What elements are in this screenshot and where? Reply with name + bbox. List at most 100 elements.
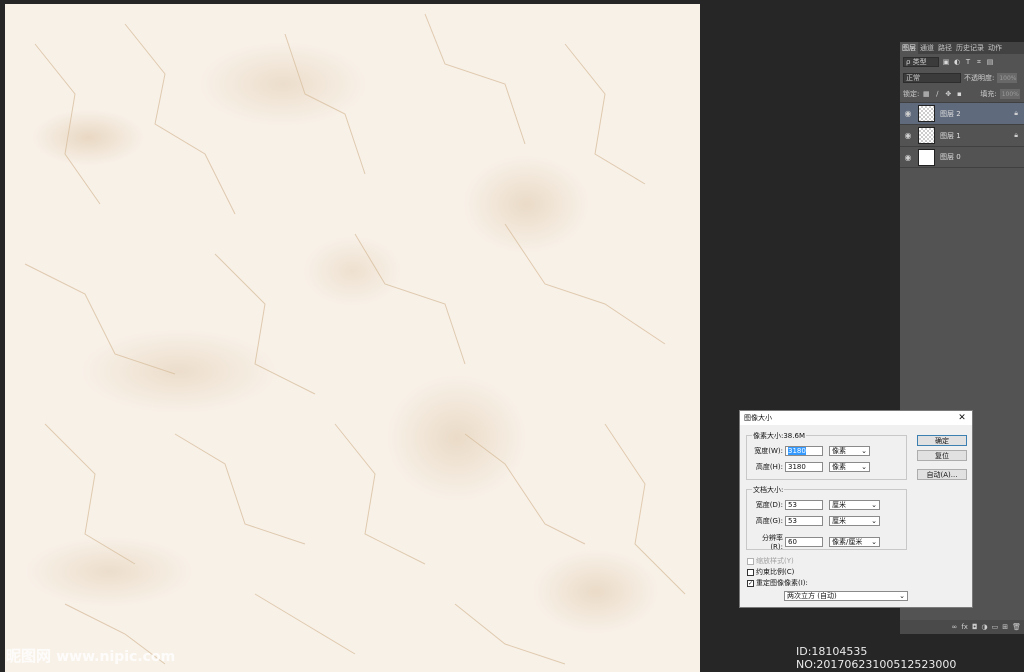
chevron-down-icon: ⌄ (871, 538, 877, 546)
pixel-height-input[interactable]: 3180 (785, 462, 823, 472)
layer-thumbnail (918, 127, 935, 144)
scale-styles-checkbox[interactable]: 缩放样式(Y) (747, 556, 794, 566)
layer-row[interactable]: ◉ 图层 1 🔒︎ (900, 124, 1024, 146)
eye-icon[interactable]: ◉ (900, 109, 916, 118)
blend-mode-select[interactable]: 正常 (903, 73, 961, 83)
pixel-width-input[interactable]: 3180 (785, 446, 823, 456)
fill-label: 填充: (980, 90, 997, 98)
pixel-width-label: 宽度(W): (754, 447, 783, 455)
watermark-url: www.nipic.com (56, 649, 176, 665)
panel-tabs: 图层 通道 路径 历史记录 动作 (900, 42, 1024, 54)
constrain-label: 约束比例(C) (756, 568, 795, 576)
check-icon: ✓ (747, 579, 754, 587)
smart-filter-icon[interactable]: ▤ (986, 58, 994, 66)
chevron-down-icon: ⌄ (861, 463, 867, 471)
resample-checkbox[interactable]: ✓ 重定图像像素(I): (747, 578, 808, 588)
opacity-input[interactable]: 100% (997, 73, 1018, 83)
filter-row: ρ 类型 ▣ ◐ T ⌗ ▤ (900, 54, 1024, 70)
resolution-label: 分辨率(R): (762, 534, 783, 551)
tab-layers[interactable]: 图层 (900, 42, 918, 54)
layer-thumbnail (918, 105, 935, 122)
doc-width-unit-select[interactable]: 厘米 ⌄ (829, 500, 880, 510)
reset-button[interactable]: 复位 (917, 450, 967, 461)
lock-row: 锁定: ▦ ∕ ✥ ▪ 填充: 100% (900, 86, 1024, 102)
layer-name: 图层 2 (940, 109, 961, 118)
tab-actions[interactable]: 动作 (986, 42, 1004, 54)
tab-paths[interactable]: 路径 (936, 42, 954, 54)
resolution-row: 分辨率(R): 60 像素/厘米 ⌄ (751, 533, 880, 551)
filter-select[interactable]: ρ 类型 (903, 57, 939, 67)
watermark-id: ID:18104535 NO:20170623100512523000 (796, 645, 957, 671)
pixel-height-label: 高度(H): (755, 463, 783, 471)
brush-lock-icon[interactable]: ∕ (933, 90, 941, 98)
layer-name: 图层 0 (940, 153, 961, 161)
lock-label: 锁定: (903, 90, 920, 98)
watermark-logo: 昵图网 www.nipic.com (6, 645, 175, 666)
image-size-dialog: 图像大小 ✕ 像素大小:38.6M 宽度(W): 3180 像素 ⌄ 高度(H):… (739, 410, 973, 608)
fx-icon[interactable]: fx (961, 623, 968, 631)
lock-icon: 🔒︎ (1014, 131, 1018, 139)
doc-height-input[interactable]: 53 (785, 516, 823, 526)
chevron-down-icon: ⌄ (871, 501, 877, 509)
dialog-titlebar: 图像大小 ✕ (740, 411, 972, 425)
pixel-width-row: 宽度(W): 3180 像素 ⌄ (751, 446, 870, 456)
resolution-input[interactable]: 60 (785, 537, 823, 547)
type-filter-icon[interactable]: T (964, 58, 972, 66)
lock-icon: 🔒︎ (1014, 109, 1018, 117)
blend-row: 正常 不透明度: 100% (900, 70, 1024, 86)
scale-styles-label: 缩放样式(Y) (756, 557, 794, 565)
layer-thumbnail (918, 148, 935, 166)
trash-icon[interactable]: 🗑︎ (1012, 623, 1021, 631)
layer-row[interactable]: ◉ 图层 0 (900, 146, 1024, 168)
chevron-down-icon: ⌄ (899, 592, 905, 600)
opacity-label: 不透明度: (964, 74, 995, 82)
eye-icon[interactable]: ◉ (900, 153, 916, 162)
doc-height-unit-select[interactable]: 厘米 ⌄ (829, 516, 880, 526)
mask-icon[interactable]: ◘ (972, 623, 978, 631)
image-filter-icon[interactable]: ▣ (942, 58, 950, 66)
fill-input[interactable]: 100% (999, 89, 1020, 99)
layer-row[interactable]: ◉ 图层 2 🔒︎ (900, 102, 1024, 124)
checkbox-box (747, 557, 754, 565)
adjustment-icon[interactable]: ◑ (982, 623, 988, 631)
eye-icon[interactable]: ◉ (900, 131, 916, 140)
constrain-proportions-checkbox[interactable]: 约束比例(C) (747, 567, 794, 577)
layer-name: 图层 1 (940, 131, 961, 140)
chevron-down-icon: ⌄ (871, 517, 877, 525)
checkbox-box (747, 568, 754, 576)
link-icon[interactable]: ∞ (952, 623, 958, 631)
doc-group-label: 文档大小: (752, 485, 785, 495)
resample-label: 重定图像像素(I): (756, 579, 808, 587)
chevron-down-icon: ⌄ (861, 447, 867, 455)
document-size-group: 文档大小: 宽度(D): 53 厘米 ⌄ 高度(G): 53 厘米 ⌄ 分辨率(R)… (746, 485, 907, 551)
shape-filter-icon[interactable]: ⌗ (975, 58, 983, 66)
new-layer-icon[interactable]: ⊞ (1002, 623, 1008, 631)
ok-button[interactable]: 确定 (917, 435, 967, 446)
doc-width-input[interactable]: 53 (785, 500, 823, 510)
pixel-dimensions-group: 像素大小:38.6M 宽度(W): 3180 像素 ⌄ 高度(H): 3180 像… (746, 431, 907, 480)
pixel-group-label: 像素大小:38.6M (752, 431, 806, 441)
close-icon[interactable]: ✕ (956, 413, 968, 423)
doc-height-label: 高度(G): (755, 517, 783, 525)
resolution-unit-select[interactable]: 像素/厘米 ⌄ (829, 537, 880, 547)
dialog-title: 图像大小 (744, 414, 772, 422)
crack-texture (24, 13, 686, 665)
group-icon[interactable]: ▭ (992, 623, 999, 631)
pixel-height-unit-select[interactable]: 像素 ⌄ (829, 462, 870, 472)
doc-height-row: 高度(G): 53 厘米 ⌄ (751, 516, 880, 526)
watermark-brand: 昵图网 (6, 647, 52, 665)
pixel-height-row: 高度(H): 3180 像素 ⌄ (751, 462, 870, 472)
tab-history[interactable]: 历史记录 (954, 42, 986, 54)
doc-width-row: 宽度(D): 53 厘米 ⌄ (751, 500, 880, 510)
document-canvas[interactable] (5, 4, 700, 672)
move-lock-icon[interactable]: ✥ (944, 90, 952, 98)
resample-method-select[interactable]: 两次立方 (自动) ⌄ (784, 591, 908, 601)
lock-pixels-icon[interactable]: ▦ (922, 90, 930, 98)
adjust-filter-icon[interactable]: ◐ (953, 58, 961, 66)
auto-button[interactable]: 自动(A)... (917, 469, 967, 480)
doc-width-label: 宽度(D): (755, 501, 783, 509)
lock-all-icon[interactable]: ▪ (955, 90, 963, 98)
panel-bottom-bar: ∞ fx ◘ ◑ ▭ ⊞ 🗑︎ (900, 620, 1024, 634)
tab-channels[interactable]: 通道 (918, 42, 936, 54)
pixel-width-unit-select[interactable]: 像素 ⌄ (829, 446, 870, 456)
